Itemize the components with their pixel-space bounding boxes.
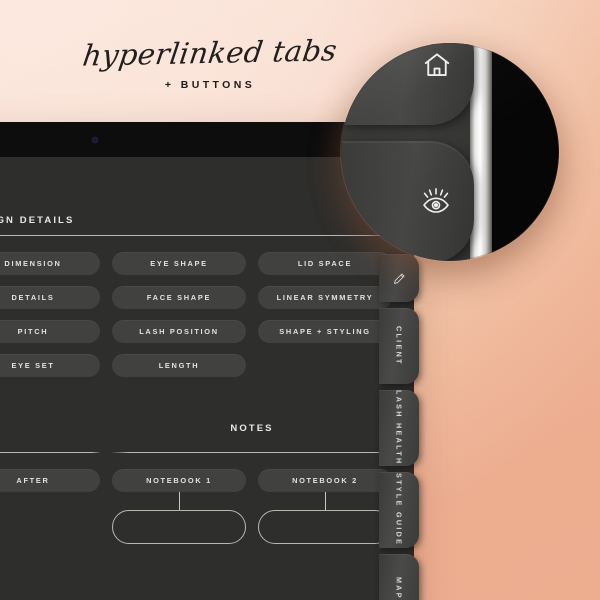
notes-divider-left <box>0 443 100 453</box>
notes-left-column: AFTER <box>0 469 100 544</box>
design-button[interactable]: DETAILS <box>0 286 100 309</box>
notes-section: NOTES AFTER NOTEBOOK 1 NOTEBOOK 2 <box>0 423 392 544</box>
design-button[interactable]: DIMENSION <box>0 252 100 275</box>
design-details-section: DESIGN DETAILS DIMENSION EYE SHAPE LID S… <box>0 215 392 377</box>
notebook-connector <box>178 492 180 510</box>
design-details-divider <box>0 235 392 236</box>
design-button[interactable]: FACE SHAPE <box>112 286 246 309</box>
magnified-dark-area <box>492 43 559 261</box>
sidebar-tab-client[interactable]: CLIENT <box>379 308 419 384</box>
sidebar-tab-style-guide[interactable]: STYLE GUIDE <box>379 472 419 548</box>
notebook-box[interactable] <box>112 510 246 544</box>
sidebar-tab-label: LASH HEALTH <box>394 390 404 466</box>
eye-icon <box>420 184 452 221</box>
notebook-column-1: NOTEBOOK 1 <box>112 469 246 544</box>
notebook-box[interactable] <box>258 510 392 544</box>
notebook-button[interactable]: NOTEBOOK 1 <box>112 469 246 492</box>
sidebar-tab-pencil[interactable] <box>379 254 419 302</box>
sidebar-tab-maps[interactable]: MAPS <box>379 554 419 600</box>
sidebar-tab-label: STYLE GUIDE <box>394 473 404 547</box>
grid-spacer <box>258 354 392 377</box>
design-button[interactable]: LENGTH <box>112 354 246 377</box>
design-button[interactable]: LINEAR SYMMETRY <box>258 286 392 309</box>
notebook-button[interactable]: NOTEBOOK 2 <box>258 469 392 492</box>
pencil-icon <box>393 272 406 285</box>
design-button[interactable]: SHAPE + STYLING <box>258 320 392 343</box>
sidebar-tab-label: MAPS <box>394 577 404 600</box>
magnifier-content <box>341 43 559 261</box>
notebook-connector <box>324 492 326 510</box>
design-button[interactable]: EYE SHAPE <box>112 252 246 275</box>
notes-heading: NOTES <box>230 423 274 434</box>
design-button[interactable]: LASH POSITION <box>112 320 246 343</box>
design-button[interactable]: EYE SET <box>0 354 100 377</box>
notes-left-button[interactable]: AFTER <box>0 469 100 492</box>
magnifier-lens <box>341 43 559 261</box>
magnified-tab-home[interactable] <box>341 43 474 125</box>
design-button[interactable]: PITCH <box>0 320 100 343</box>
sidebar-tab-label: CLIENT <box>394 326 404 366</box>
notes-head-spacer <box>0 423 100 434</box>
camera-icon <box>92 137 98 143</box>
notes-divider-right <box>112 443 392 453</box>
magnified-tab-eye[interactable] <box>341 141 474 261</box>
notes-heading-wrap: NOTES <box>112 423 392 434</box>
home-icon <box>422 50 452 85</box>
design-details-button-grid: DIMENSION EYE SHAPE LID SPACE DETAILS FA… <box>0 252 392 377</box>
design-details-heading: DESIGN DETAILS <box>0 215 75 226</box>
notebook-column-2: NOTEBOOK 2 <box>258 469 392 544</box>
sidebar-tab-lash-health[interactable]: LASH HEALTH <box>379 390 419 466</box>
